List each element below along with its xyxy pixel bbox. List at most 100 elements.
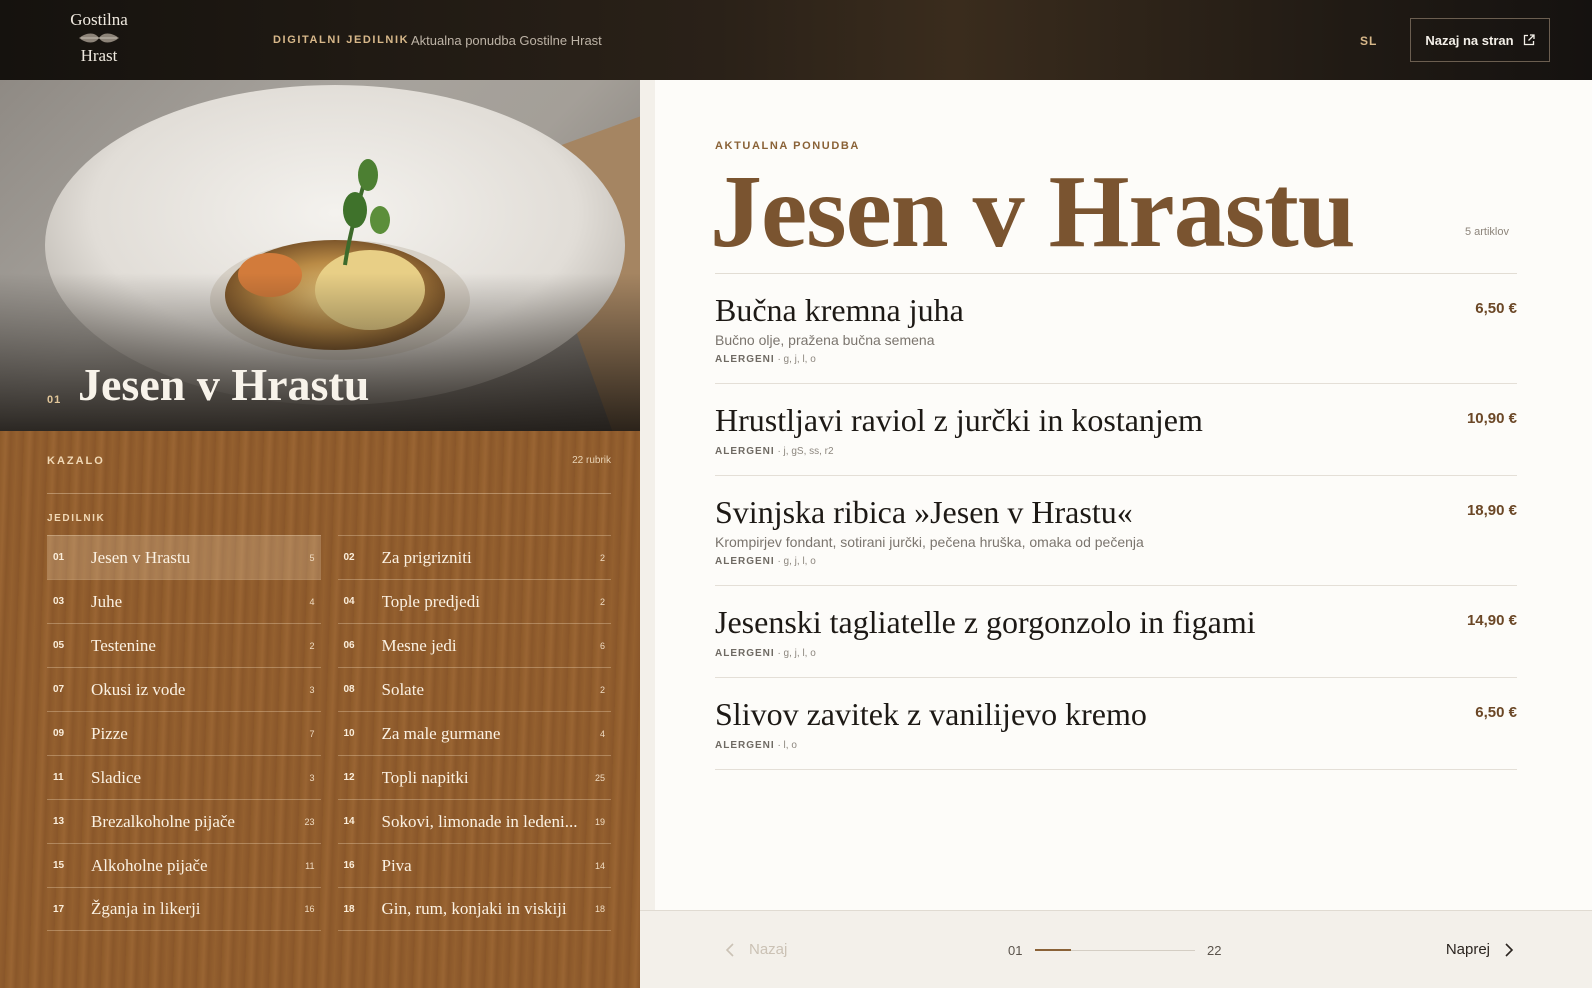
category-name: Žganja in likerji [91, 899, 201, 918]
category-name: Solate [381, 679, 425, 699]
category-number: 10 [343, 728, 355, 739]
logo[interactable]: Gostilna Hrast [58, 10, 140, 70]
category-count: 4 [599, 728, 605, 739]
nav-label: DIGITALNI JEDILNIK [273, 34, 410, 46]
item-name: Jesenski tagliatelle z gorgonzolo in fig… [715, 604, 1256, 640]
category-item[interactable]: 10 Za male gurmane 4 [337, 711, 611, 755]
allergen-codes: · g, j, l, o [777, 648, 816, 659]
index-heading: KAZALO [47, 455, 105, 467]
category-name: Mesne jedi [381, 635, 457, 655]
category-count: 25 [594, 772, 605, 783]
category-name: Alkoholne pijače [91, 855, 208, 875]
back-to-site-button[interactable]: Nazaj na stran [1410, 18, 1550, 62]
category-item[interactable]: 02 Za prigrizniti 2 [337, 535, 611, 579]
category-number: 08 [343, 684, 355, 695]
category-number: 16 [343, 860, 355, 871]
category-count: 14 [594, 860, 605, 871]
category-number: 01 [53, 552, 65, 563]
category-count: 4 [309, 596, 315, 607]
menu-item: Jesenski tagliatelle z gorgonzolo in fig… [715, 586, 1517, 678]
allergen-label: ALERGENI [715, 648, 775, 659]
category-count: 2 [309, 640, 315, 651]
next-label: Naprej [1445, 941, 1490, 958]
item-price: 10,90 € [1466, 410, 1517, 427]
category-item[interactable]: 16 Piva 14 [337, 843, 611, 887]
pager-current: 01 [1008, 943, 1023, 958]
item-allergens: ALERGENI · g, j, l, o [715, 354, 1517, 383]
prev-button[interactable]: Nazaj [725, 941, 787, 958]
section-eyebrow: AKTUALNA PONUDBA [715, 140, 860, 152]
menu-item: Svinjska ribica »Jesen v Hrastu« 18,90 €… [715, 476, 1517, 586]
category-count: 2 [599, 596, 605, 607]
allergen-codes: · g, j, l, o [777, 556, 816, 567]
next-button[interactable]: Naprej [1446, 941, 1514, 958]
chevron-right-icon [1505, 942, 1514, 957]
category-name: Gin, rum, konjaki in viskiji [381, 899, 567, 918]
item-price: 6,50 € [1475, 704, 1517, 721]
item-price: 18,90 € [1466, 502, 1517, 519]
category-name: Sokovi, limonade in ledeni... [381, 811, 578, 831]
allergen-label: ALERGENI [715, 446, 775, 457]
item-price: 6,50 € [1475, 300, 1517, 317]
category-name: Okusi iz vode [91, 679, 186, 699]
category-item[interactable]: 08 Solate 2 [337, 667, 611, 711]
category-number: 11 [53, 772, 64, 783]
category-item[interactable]: 11 Sladice 3 [47, 755, 321, 799]
category-item[interactable]: 05 Testenine 2 [47, 623, 321, 667]
category-count: 2 [599, 552, 605, 563]
category-item[interactable]: 09 Pizze 7 [47, 711, 321, 755]
category-number: 18 [343, 903, 355, 915]
category-item[interactable]: 14 Sokovi, limonade in ledeni... 19 [337, 799, 611, 843]
allergen-label: ALERGENI [715, 354, 775, 365]
category-name: Juhe [91, 591, 123, 611]
top-bar: Gostilna Hrast DIGITALNI JEDILNIK Aktual… [0, 0, 1592, 80]
oak-leaf-icon [79, 33, 119, 43]
category-name: Testenine [91, 635, 156, 655]
item-name: Slivov zavitek z vanilijevo kremo [715, 696, 1147, 732]
index-group-label: JEDILNIK [47, 513, 106, 524]
allergen-codes: · j, gS, ss, r2 [777, 446, 834, 457]
category-item[interactable]: 15 Alkoholne pijače 11 [47, 843, 321, 887]
item-allergens: ALERGENI · g, j, l, o [715, 648, 1517, 677]
category-name: Pizze [91, 723, 128, 743]
category-item[interactable]: 01 Jesen v Hrastu 5 [47, 535, 321, 579]
category-item[interactable]: 13 Brezalkoholne pijače 23 [47, 799, 321, 843]
allergen-label: ALERGENI [715, 556, 775, 567]
category-item[interactable]: 07 Okusi iz vode 3 [47, 667, 321, 711]
section-title: Jesen v Hrastu [710, 154, 1356, 269]
menu-item: Hrustljavi raviol z jurčki in kostanjem … [715, 384, 1517, 476]
item-allergens: ALERGENI · l, o [715, 740, 1517, 769]
chevron-left-icon [725, 942, 734, 957]
category-number: 04 [343, 596, 355, 607]
article-count: 5 artiklov [1464, 226, 1509, 238]
category-count: 11 [305, 860, 315, 871]
category-name: Sladice [91, 767, 142, 787]
category-item[interactable]: 12 Topli napitki 25 [337, 755, 611, 799]
category-item[interactable]: 17 Žganja in likerji 16 [47, 887, 321, 931]
category-number: 14 [343, 816, 355, 827]
item-description: Krompirjev fondant, sotirani jurčki, peč… [715, 534, 1144, 550]
category-count: 7 [309, 728, 315, 739]
category-count: 2 [599, 684, 605, 695]
category-item[interactable]: 18 Gin, rum, konjaki in viskiji 18 [337, 887, 611, 931]
category-count: 5 [309, 552, 315, 563]
language-switch[interactable]: SL [1360, 34, 1377, 48]
category-count: 23 [304, 816, 315, 827]
item-price: 14,90 € [1466, 612, 1517, 629]
category-item[interactable]: 04 Tople predjedi 2 [337, 579, 611, 623]
category-number: 03 [53, 596, 65, 607]
prev-label: Nazaj [749, 941, 788, 958]
pager-progress-track [1035, 949, 1195, 951]
category-name: Brezalkoholne pijače [91, 811, 235, 831]
menu-item-list: Bučna kremna juha 6,50 € Bučno olje, pra… [715, 274, 1517, 770]
allergen-codes: · g, j, l, o [777, 354, 816, 365]
category-item[interactable]: 03 Juhe 4 [47, 579, 321, 623]
logo-line-2: Hrast [80, 46, 118, 65]
category-grid: 01 Jesen v Hrastu 5 02 Za prigrizniti 2 03 Ju… [47, 535, 611, 931]
allergen-codes: · l, o [777, 740, 797, 751]
category-number: 13 [53, 816, 65, 827]
category-name: Za male gurmane [381, 723, 501, 743]
category-name: Tople predjedi [381, 591, 480, 611]
category-count: 16 [304, 904, 315, 914]
category-item[interactable]: 06 Mesne jedi 6 [337, 623, 611, 667]
